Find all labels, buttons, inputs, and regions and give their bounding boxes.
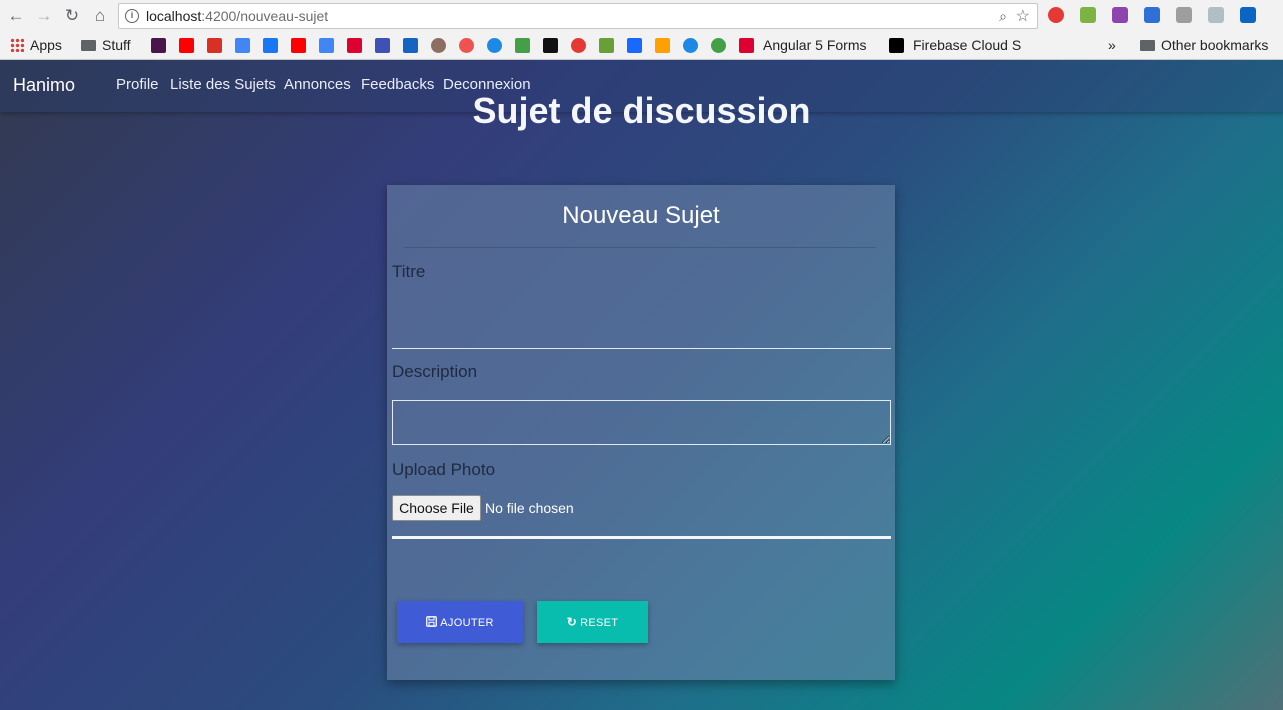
drop-bookmark-icon[interactable]	[683, 38, 698, 53]
card-title: Nouveau Sujet	[562, 202, 720, 229]
upload-photo-label: Upload Photo	[392, 460, 496, 479]
refresh-icon: ↻	[566, 615, 578, 629]
url-host: localhost	[146, 8, 202, 24]
linkedin-extension-icon[interactable]	[1240, 7, 1256, 23]
app-viewport: Hanimo Profile Liste des Sujets Annonces…	[0, 60, 1283, 710]
youtube-bookmark-icon-2[interactable]	[291, 38, 306, 53]
flag-bookmark-icon[interactable]	[403, 38, 418, 53]
pocket-bookmark-icon[interactable]	[459, 38, 474, 53]
angular-bookmark-icon[interactable]	[347, 38, 362, 53]
leaf-bookmark-icon[interactable]	[711, 38, 726, 53]
shield-extension-icon[interactable]	[1208, 7, 1224, 23]
url-text: localhost:4200/nouveau-sujet	[146, 8, 328, 24]
info-icon[interactable]: i	[125, 9, 139, 23]
description-label: Description	[392, 362, 478, 381]
address-bar[interactable]: i localhost:4200/nouveau-sujet ⌕ ☆	[118, 3, 1038, 29]
bookmarks-bar: Apps Stuff Angular 5 Forms Firebase Clou…	[0, 33, 1283, 58]
bookmarks-overflow-label: »	[1108, 37, 1116, 53]
ajouter-button[interactable]: AJOUTER	[397, 601, 523, 643]
folder-icon	[81, 40, 96, 51]
avatar-bookmark-icon[interactable]	[431, 38, 446, 53]
gray-extension-icon[interactable]	[1176, 7, 1192, 23]
medium-icon	[889, 38, 904, 53]
facebook-bookmark-icon[interactable]	[263, 38, 278, 53]
forward-icon[interactable]: →	[34, 6, 54, 26]
ajouter-label: AJOUTER	[440, 617, 494, 629]
home-icon[interactable]: ⌂	[90, 6, 110, 26]
circle-bookmark-icon[interactable]	[487, 38, 502, 53]
firebase-bookmark-icon[interactable]	[655, 38, 670, 53]
folder-icon	[1140, 40, 1155, 51]
translate-bookmark-icon[interactable]	[319, 38, 334, 53]
dots-extension-icon[interactable]	[1144, 7, 1160, 23]
page-title: Sujet de discussion	[472, 90, 811, 131]
bookmarks-overflow-button[interactable]: »	[1108, 37, 1116, 54]
file-input-underline	[392, 536, 891, 539]
bookmark-other[interactable]: Other bookmarks	[1140, 37, 1268, 54]
bookmark-angular-forms-label: Angular 5 Forms	[763, 37, 867, 53]
file-status-text: No file chosen	[485, 500, 574, 516]
back-icon[interactable]: ←	[6, 6, 26, 26]
google-bookmark-icon[interactable]	[235, 38, 250, 53]
choose-file-button[interactable]: Choose File	[392, 495, 481, 521]
android-extension-icon[interactable]	[1080, 7, 1096, 23]
b-bookmark-icon[interactable]	[543, 38, 558, 53]
titre-input[interactable]	[392, 297, 891, 349]
opera-extension-icon[interactable]	[1048, 7, 1064, 23]
gmail-bookmark-icon[interactable]	[207, 38, 222, 53]
chart-bookmark-icon[interactable]	[599, 38, 614, 53]
zoom-icon[interactable]: ⌕	[999, 8, 1007, 25]
youtube-bookmark-icon[interactable]	[179, 38, 194, 53]
red-circle-bookmark-icon[interactable]	[571, 38, 586, 53]
reload-icon[interactable]: ↻	[62, 6, 82, 26]
angular-forms-icon	[739, 38, 754, 53]
bookmark-firebase-cloud[interactable]: Firebase Cloud S	[913, 37, 1021, 54]
save-icon	[426, 601, 438, 643]
browser-toolbar: ← → ↻ ⌂ i localhost:4200/nouveau-sujet ⌕…	[0, 0, 1283, 32]
bookmark-other-label: Other bookmarks	[1161, 37, 1269, 53]
url-path: :4200/nouveau-sujet	[201, 8, 329, 24]
behance-bookmark-icon[interactable]	[627, 38, 642, 53]
bookmark-stuff-label: Stuff	[102, 37, 131, 53]
bookmark-apps-label: Apps	[30, 37, 62, 53]
bookmark-stuff[interactable]: Stuff	[81, 37, 131, 54]
reset-button[interactable]: ↻ RESET	[537, 601, 648, 643]
titre-label: Titre	[392, 262, 426, 281]
card-divider	[404, 247, 876, 248]
description-textarea[interactable]	[392, 400, 891, 445]
pdf-extension-icon[interactable]	[1112, 7, 1128, 23]
bookmark-apps[interactable]: Apps	[10, 37, 62, 54]
bookmark-star-icon[interactable]: ☆	[1016, 6, 1030, 26]
code-bookmark-icon[interactable]	[515, 38, 530, 53]
browser-chrome: ← → ↻ ⌂ i localhost:4200/nouveau-sujet ⌕…	[0, 0, 1283, 60]
bookmark-firebase-cloud-label: Firebase Cloud S	[913, 37, 1022, 53]
apps-grid-icon	[10, 38, 24, 52]
new-topic-form-card: Nouveau Sujet Titre Description Upload P…	[387, 185, 895, 680]
slack-bookmark-icon[interactable]	[151, 38, 166, 53]
reset-label: RESET	[580, 617, 619, 629]
bookmark-angular-forms[interactable]: Angular 5 Forms	[763, 37, 866, 54]
mdb-bookmark-icon[interactable]	[375, 38, 390, 53]
